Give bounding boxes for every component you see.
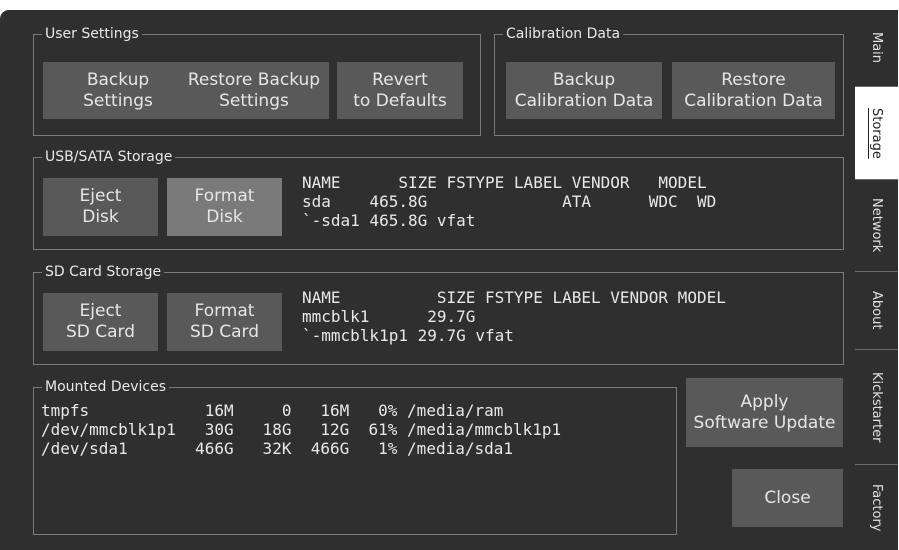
usb-disk-listing: NAME SIZE FSTYPE LABEL VENDOR MODEL sda … (302, 173, 717, 230)
tab-bar: Main Storage Network About Kickstarter F… (855, 10, 899, 550)
mounted-devices-legend: Mounted Devices (42, 379, 170, 395)
tab-network[interactable]: Network (855, 180, 898, 272)
usb-sata-storage-legend: USB/SATA Storage (42, 149, 176, 165)
mounted-devices-group: Mounted Devices tmpfs 16M 0 16M 0% /medi… (33, 379, 677, 535)
eject-sd-card-button[interactable]: Eject SD Card (43, 293, 158, 351)
backup-calibration-button[interactable]: Backup Calibration Data (506, 62, 662, 119)
usb-sata-storage-group: USB/SATA Storage Eject Disk Format Disk … (33, 149, 844, 250)
tab-factory-label: Factory (869, 483, 884, 532)
restore-calibration-button[interactable]: Restore Calibration Data (672, 62, 835, 119)
storage-panel: User Settings Backup Settings Restore Ba… (0, 10, 855, 550)
user-settings-group: User Settings Backup Settings Restore Ba… (33, 26, 481, 136)
sd-card-storage-legend: SD Card Storage (42, 264, 165, 280)
restore-backup-settings-button[interactable]: Restore Backup Settings (179, 62, 329, 119)
tab-kickstarter[interactable]: Kickstarter (855, 350, 898, 465)
tab-main[interactable]: Main (855, 10, 898, 87)
close-button[interactable]: Close (732, 469, 843, 527)
calibration-data-group: Calibration Data Backup Calibration Data… (494, 26, 844, 136)
mounted-devices-listing: tmpfs 16M 0 16M 0% /media/ram /dev/mmcbl… (41, 401, 562, 458)
tab-storage-label: Storage (869, 107, 884, 159)
revert-to-defaults-button[interactable]: Revert to Defaults (337, 62, 463, 119)
sd-card-listing: NAME SIZE FSTYPE LABEL VENDOR MODEL mmcb… (302, 288, 726, 345)
format-disk-button[interactable]: Format Disk (167, 178, 282, 236)
tab-storage[interactable]: Storage (855, 87, 898, 180)
tab-network-label: Network (869, 198, 884, 253)
tab-kickstarter-label: Kickstarter (869, 371, 884, 443)
tab-about-label: About (869, 291, 884, 330)
tab-main-label: Main (869, 32, 884, 64)
tab-about[interactable]: About (855, 272, 898, 350)
sd-card-storage-group: SD Card Storage Eject SD Card Format SD … (33, 264, 844, 365)
tab-factory[interactable]: Factory (855, 465, 898, 550)
eject-disk-button[interactable]: Eject Disk (43, 178, 158, 236)
calibration-data-legend: Calibration Data (503, 26, 624, 42)
format-sd-card-button[interactable]: Format SD Card (167, 293, 282, 351)
backup-settings-button[interactable]: Backup Settings (43, 62, 193, 119)
apply-software-update-button[interactable]: Apply Software Update (686, 378, 843, 447)
user-settings-legend: User Settings (42, 26, 142, 42)
